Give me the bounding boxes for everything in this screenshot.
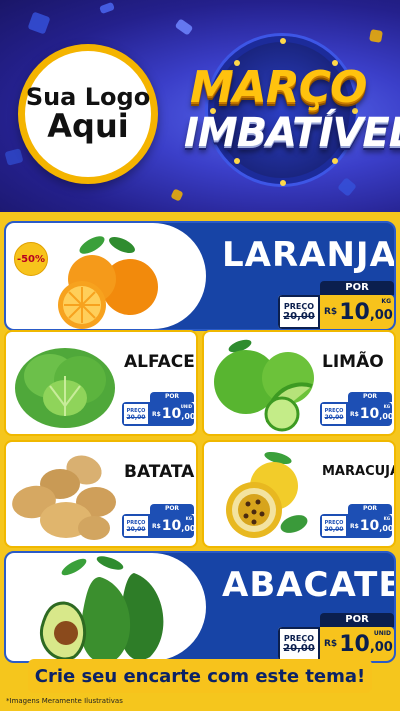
old-price: 20,00: [126, 413, 146, 421]
disclaimer-text: *Imagens Meramente Ilustrativas: [6, 697, 123, 705]
price-tag-maracuja: POR PREÇO 20,00 R$ 10 ,00 KG: [320, 504, 392, 538]
lime-icon: [214, 339, 314, 432]
confetti: [4, 148, 24, 166]
old-price: 20,00: [324, 413, 344, 421]
confetti: [170, 188, 184, 202]
lettuce-icon: [15, 348, 115, 428]
offers-panel: -50% LARANJA POR PREÇO 20,00 R$ 10 ,00 K…: [0, 212, 400, 711]
currency-label: R$: [324, 639, 338, 649]
avocado-icon: [39, 556, 164, 661]
campaign-title-line-2: IMBATÍVEL: [184, 110, 400, 156]
por-label: POR: [320, 613, 394, 627]
old-price: 20,00: [324, 525, 344, 533]
new-price-box: R$ 10 ,00 UNID: [320, 627, 394, 661]
old-price-label: PREÇO: [283, 302, 315, 311]
price-integer: 10: [359, 518, 380, 534]
cta-banner[interactable]: Crie seu encarte com este tema!: [28, 659, 372, 693]
header-banner: Sua Logo Aqui MARÇO IMBATÍVEL: [0, 0, 400, 212]
featured-product-laranja[interactable]: -50% LARANJA POR PREÇO 20,00 R$ 10 ,00 K…: [4, 221, 396, 331]
price-integer: 10: [339, 631, 370, 657]
orange-icon: [58, 236, 158, 329]
confetti: [174, 18, 194, 36]
price-tag-laranja: POR PREÇO 20,00 R$ 10 ,00 KG: [278, 281, 394, 329]
confetti: [27, 11, 51, 35]
price-integer: 10: [339, 299, 370, 325]
product-tile-limao[interactable]: LIMÃO POR PREÇO 20,00 R$ 10 ,00 KG: [202, 330, 396, 436]
unit-label: UNID: [373, 630, 391, 637]
product-name-alface: ALFACE: [124, 352, 195, 372]
potato-icon: [12, 455, 116, 540]
unit-label: KG: [381, 298, 391, 305]
product-name-batata: BATATA: [124, 462, 195, 482]
por-label: POR: [348, 504, 392, 514]
product-tile-maracuja[interactable]: MARACUJÁ POR PREÇO 20,00 R$ 10 ,00 KG: [202, 440, 396, 548]
price-tag-abacate: POR PREÇO 20,00 R$ 10 ,00 UNID: [278, 613, 394, 661]
price-integer: 10: [161, 406, 182, 422]
logo-placeholder: Sua Logo Aqui: [18, 44, 158, 184]
currency-label: R$: [324, 307, 338, 317]
price-integer: 10: [359, 406, 380, 422]
confetti: [99, 1, 115, 15]
old-price: 20,00: [283, 311, 315, 322]
logo-line-2: Aqui: [47, 106, 129, 145]
product-name-laranja: LARANJA: [222, 235, 396, 275]
product-tile-batata[interactable]: BATATA POR PREÇO 20,00 R$ 10 ,00 KG: [4, 440, 198, 548]
product-tile-alface[interactable]: ALFACE POR PREÇO 20,00 R$ 10 ,00 UNID: [4, 330, 198, 436]
por-label: POR: [150, 392, 194, 402]
new-price-box: R$ 10 ,00 KG: [320, 295, 394, 329]
por-label: POR: [320, 281, 394, 295]
por-label: POR: [150, 504, 194, 514]
price-integer: 10: [161, 518, 182, 534]
old-price-box: PREÇO 20,00: [278, 295, 320, 329]
old-price-box: PREÇO 20,00: [278, 627, 320, 661]
old-price: 20,00: [126, 525, 146, 533]
discount-badge: -50%: [14, 242, 48, 276]
por-label: POR: [348, 392, 392, 402]
passion-fruit-icon: [226, 451, 308, 538]
product-name-maracuja: MARACUJÁ: [322, 464, 396, 479]
price-tag-limao: POR PREÇO 20,00 R$ 10 ,00 KG: [320, 392, 392, 426]
confetti: [369, 29, 383, 43]
campaign-title-line-1: MARÇO: [190, 62, 367, 113]
price-tag-alface: POR PREÇO 20,00 R$ 10 ,00 UNID: [122, 392, 194, 426]
confetti: [337, 177, 357, 197]
price-tag-batata: POR PREÇO 20,00 R$ 10 ,00 KG: [122, 504, 194, 538]
featured-product-abacate[interactable]: ABACATE POR PREÇO 20,00 R$ 10 ,00 UNID: [4, 551, 396, 663]
product-name-limao: LIMÃO: [322, 352, 384, 372]
price-decimal: ,00: [369, 639, 393, 655]
old-price-label: PREÇO: [283, 634, 315, 643]
old-price: 20,00: [283, 643, 315, 654]
product-name-abacate: ABACATE: [222, 565, 396, 605]
price-decimal: ,00: [369, 307, 393, 323]
